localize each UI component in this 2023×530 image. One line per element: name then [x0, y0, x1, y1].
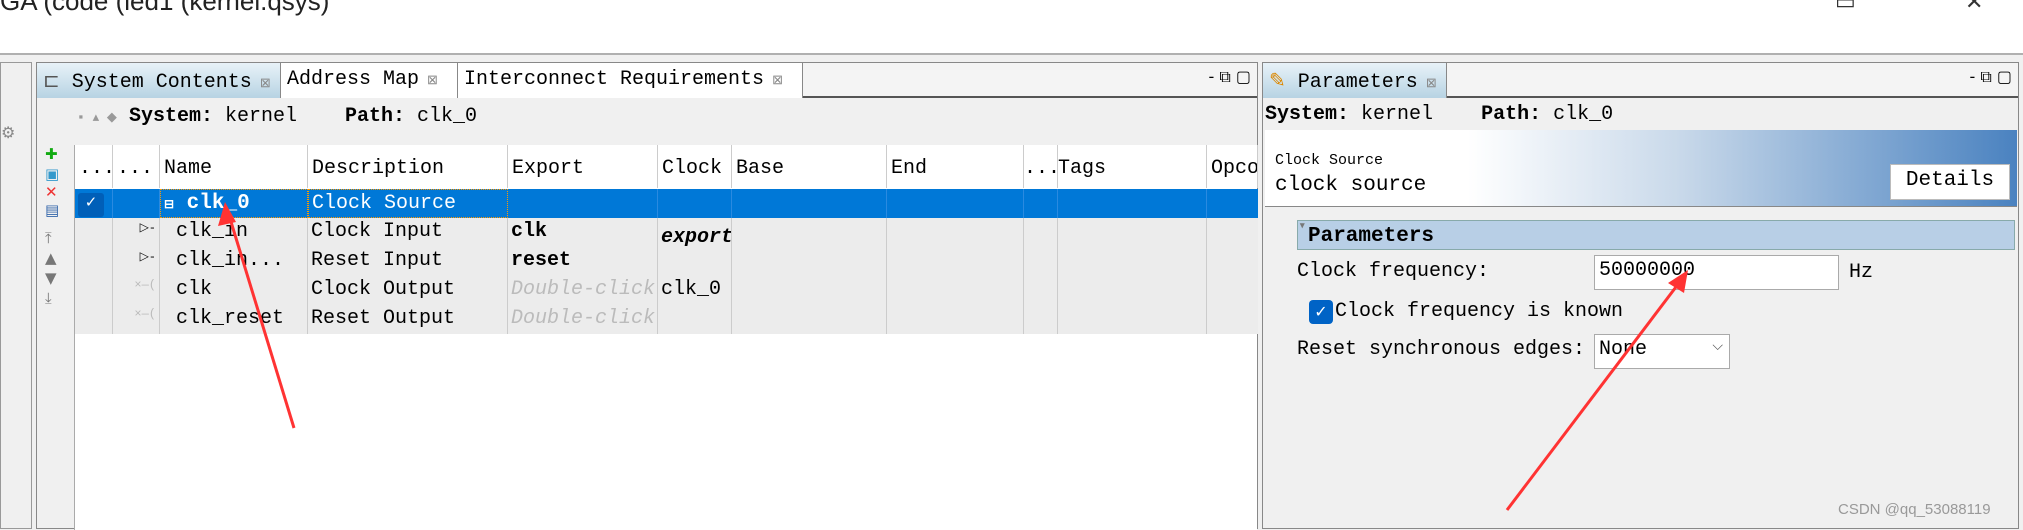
close-button[interactable]: ✕: [1965, 0, 1983, 15]
close-icon[interactable]: ⊠: [1426, 76, 1437, 91]
column-header[interactable]: Opcode: [1207, 145, 1258, 188]
row-clock[interactable]: clk_0: [658, 276, 732, 305]
component-description: clock source: [1275, 174, 1427, 197]
row-export[interactable]: reset: [508, 247, 658, 276]
column-header[interactable]: Description: [308, 145, 508, 188]
left-panel: ⚙: [0, 62, 32, 529]
tab-row: ⊏ System Contents ⊠ Address Map ⊠ Intercon…: [37, 63, 1257, 98]
clock-frequency-unit: Hz: [1849, 261, 1874, 284]
clock-output-port-icon: ×—(: [113, 276, 160, 305]
close-icon[interactable]: ⊠: [260, 76, 271, 91]
row-clock[interactable]: export: [658, 218, 732, 247]
add-icon[interactable]: ✚: [45, 145, 58, 163]
freq-known-label: Clock frequency is known: [1335, 300, 1624, 323]
clock-frequency-label: Clock frequency:: [1297, 260, 1490, 283]
tab-interconnect-requirements[interactable]: Interconnect Requirements ⊠: [458, 63, 803, 98]
table-row[interactable]: ✓ ⊟ clk_0 Clock Source: [75, 189, 1258, 218]
freq-known-checkbox[interactable]: ✓: [1309, 300, 1333, 324]
table-row[interactable]: ▷- clk_in... Reset Input reset: [75, 247, 1258, 276]
move-bottom-icon[interactable]: ⤓: [45, 289, 52, 307]
row-name: clk_in: [160, 218, 308, 247]
tab-parameters[interactable]: ✎ Parameters ⊠: [1263, 63, 1447, 98]
system-path-line: ▪ ▴ ◆ System: kernel Path: clk_0: [77, 105, 478, 128]
row-clock[interactable]: [658, 305, 732, 334]
row-description: Reset Output: [308, 305, 508, 334]
collapse-icon[interactable]: ⊟: [164, 198, 174, 212]
restore-button[interactable]: ▭: [1835, 0, 1856, 15]
tab-row: ✎ Parameters ⊠ - ⧉ ▢: [1263, 63, 2018, 98]
column-header[interactable]: ......: [75, 145, 113, 188]
panel-window-controls[interactable]: - ⧉ ▢: [1209, 67, 1252, 87]
row-name: clk: [160, 276, 308, 305]
parameters-panel: ✎ Parameters ⊠ - ⧉ ▢ System: kernel Path:…: [1262, 62, 2019, 529]
column-header[interactable]: End: [887, 145, 1024, 188]
system-contents-table: ...... ... Name Description Export Clock…: [74, 145, 1258, 530]
component-header: Clock Source clock source Details: [1265, 130, 2017, 207]
table-row[interactable]: ×—( clk_reset Reset Output Double-click: [75, 305, 1258, 334]
window-titlebar: GA (code (led1 (kernel.qsys) ▭ ✕: [0, 0, 2023, 55]
row-description: Reset Input: [308, 247, 508, 276]
system-path-line: System: kernel Path: clk_0: [1265, 103, 1614, 126]
details-button[interactable]: Details: [1890, 164, 2010, 200]
window-title: GA (code (led1 (kernel.qsys): [0, 0, 330, 16]
use-checkbox[interactable]: ✓: [75, 189, 113, 218]
row-export[interactable]: Double-click: [508, 305, 658, 334]
column-header[interactable]: Clock: [658, 145, 732, 188]
clock-frequency-input[interactable]: 50000000: [1594, 255, 1839, 290]
parameters-group-header[interactable]: ▾ Parameters: [1297, 220, 2015, 250]
watermark: CSDN @qq_53088119: [1838, 501, 1991, 518]
add-instance-icon[interactable]: ▣: [45, 165, 59, 183]
column-header[interactable]: Export: [508, 145, 658, 188]
hierarchy-icon: ⊏: [43, 71, 60, 94]
move-down-icon[interactable]: ▼: [45, 269, 57, 287]
row-name: clk_reset: [160, 305, 308, 334]
gear-icon[interactable]: ⚙: [1, 123, 15, 143]
reset-edges-select[interactable]: None ⌵: [1594, 334, 1730, 369]
column-header[interactable]: Tags: [1058, 145, 1207, 188]
table-row[interactable]: ▷- clk_in Clock Input clk export: [75, 218, 1258, 247]
reset-output-port-icon: ×—(: [113, 305, 160, 334]
edit-icon[interactable]: ▤: [45, 201, 59, 219]
chevron-down-icon: ⌵: [1712, 339, 1723, 355]
row-description: Clock Input: [308, 218, 508, 247]
tab-system-contents[interactable]: ⊏ System Contents ⊠: [37, 63, 281, 98]
tab-address-map[interactable]: Address Map ⊠: [281, 63, 458, 98]
reset-input-port-icon: ▷-: [113, 247, 160, 276]
parameters-icon: ✎: [1269, 71, 1286, 94]
panel-window-controls[interactable]: - ⧉ ▢: [1970, 67, 2013, 87]
row-description: Clock Output: [308, 276, 508, 305]
system-contents-panel: ⊏ System Contents ⊠ Address Map ⊠ Intercon…: [36, 62, 1258, 530]
collapse-icon[interactable]: ▾: [1300, 221, 1305, 231]
row-export[interactable]: clk: [508, 218, 658, 247]
move-up-icon[interactable]: ▲: [45, 249, 57, 267]
row-export[interactable]: Double-click: [508, 276, 658, 305]
row-name[interactable]: ⊟ clk_0: [160, 189, 308, 218]
column-header[interactable]: ...: [1024, 145, 1058, 188]
reset-edges-label: Reset synchronous edges:: [1297, 338, 1586, 361]
table-row[interactable]: ×—( clk Clock Output Double-click clk_0: [75, 276, 1258, 305]
close-icon[interactable]: ⊠: [427, 73, 438, 88]
move-top-icon[interactable]: ⤒: [45, 229, 52, 247]
column-header[interactable]: Base: [732, 145, 887, 188]
row-description: Clock Source: [308, 189, 508, 218]
column-header[interactable]: ...: [113, 145, 160, 188]
component-type: Clock Source: [1275, 152, 1384, 169]
close-icon[interactable]: ⊠: [772, 73, 783, 88]
row-name: clk_in...: [160, 247, 308, 276]
row-clock[interactable]: [658, 247, 732, 276]
clock-input-port-icon: ▷-: [113, 218, 160, 247]
column-header[interactable]: Name: [160, 145, 308, 188]
remove-icon[interactable]: ✕: [45, 183, 58, 201]
nav-icons[interactable]: ▪ ▴ ◆: [77, 110, 117, 125]
